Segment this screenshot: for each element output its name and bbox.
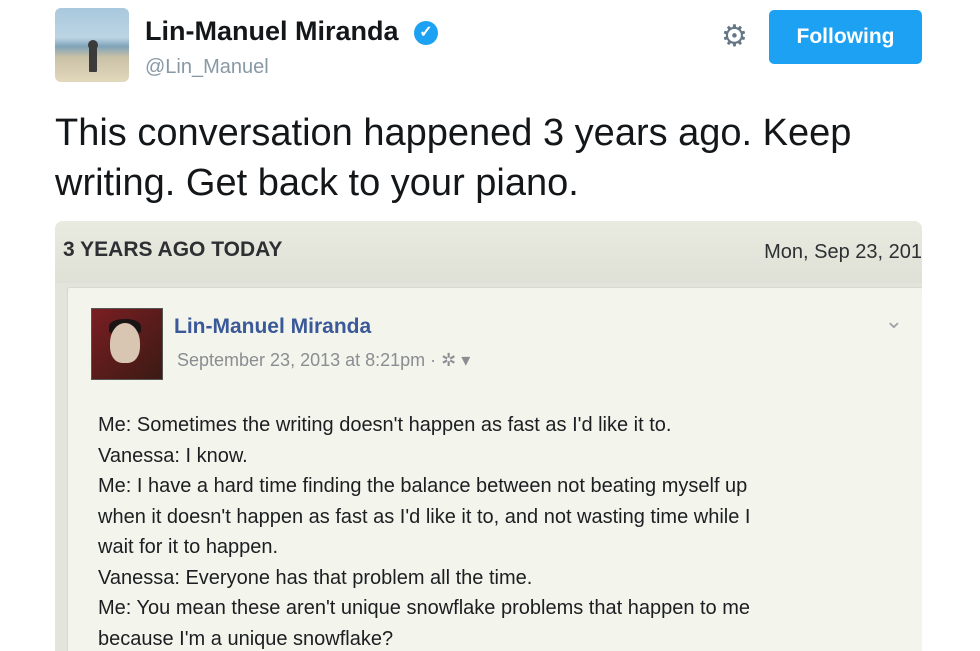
post-line: Vanessa: Everyone has that problem all t…: [98, 566, 533, 589]
user-handle[interactable]: @Lin_Manuel: [145, 56, 269, 79]
memory-title: 3 YEARS AGO TODAY: [63, 238, 283, 261]
memory-date: Mon, Sep 23, 201: [764, 241, 922, 263]
chevron-down-icon: ⌄: [884, 308, 903, 333]
tweet-text-line-2: writing. Get back to your piano.: [55, 162, 579, 204]
post-line: Me: I have a hard time finding the balan…: [98, 475, 748, 497]
post-line: Vanessa: I know.: [98, 444, 248, 467]
post-line: when it doesn't happen as fast as I'd li…: [98, 505, 751, 528]
post-avatar: [91, 308, 163, 380]
post-timestamp: September 23, 2013 at 8:21pm · ✲ ▾: [177, 350, 471, 370]
avatar-figure-body: [89, 46, 97, 72]
tweet-text-line-1: This conversation happened 3 years ago. …: [55, 112, 852, 154]
post-author: Lin-Manuel Miranda: [174, 315, 372, 338]
tweet-text: This conversation happened 3 years ago. …: [55, 108, 935, 208]
post-line: Me: You mean these aren't unique snowfla…: [98, 597, 751, 619]
following-button[interactable]: Following: [769, 10, 922, 64]
post-avatar-face: [110, 323, 140, 363]
post-line: Me: Sometimes the writing doesn't happen…: [98, 414, 672, 436]
facebook-post: Lin-Manuel Miranda September 23, 2013 at…: [67, 287, 922, 651]
post-line: because I'm a unique snowflake?: [98, 627, 394, 650]
tweet-photo[interactable]: 3 YEARS AGO TODAY Mon, Sep 23, 201 Lin-M…: [55, 221, 922, 651]
post-body: Me: Sometimes the writing doesn't happen…: [98, 410, 918, 651]
profile-avatar[interactable]: [55, 8, 129, 82]
post-line: wait for it to happen.: [98, 536, 279, 558]
memory-header: 3 YEARS AGO TODAY Mon, Sep 23, 201: [55, 221, 922, 283]
gear-icon[interactable]: ⚙: [721, 22, 748, 52]
display-name[interactable]: Lin-Manuel Miranda: [145, 16, 399, 47]
verified-badge-icon: ✓: [414, 21, 438, 45]
